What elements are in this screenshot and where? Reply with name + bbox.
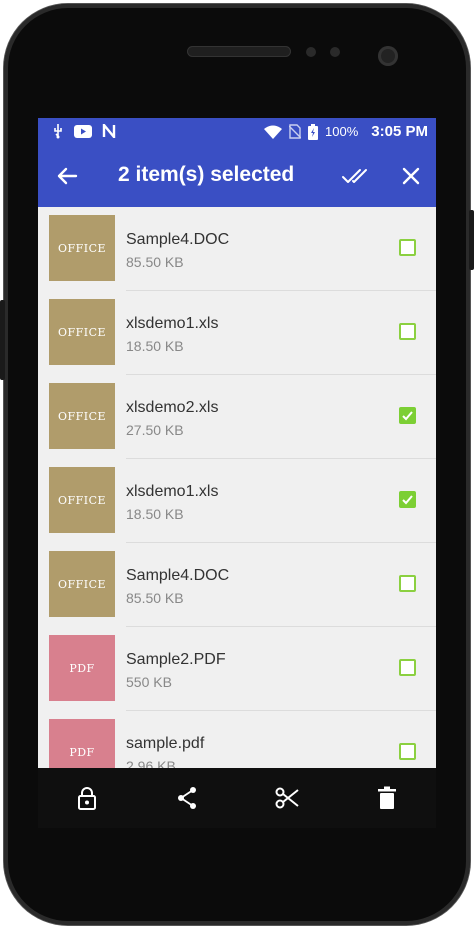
office-thumbnail: OFFICE bbox=[49, 299, 115, 365]
arrow-back-icon[interactable] bbox=[52, 161, 82, 191]
sensor-dot bbox=[306, 47, 316, 57]
select-checkbox[interactable] bbox=[399, 743, 416, 760]
file-size: 18.50 KB bbox=[126, 506, 184, 522]
pdf-thumbnail: PDF bbox=[49, 719, 115, 768]
cut-icon[interactable] bbox=[273, 784, 301, 812]
file-size: 85.50 KB bbox=[126, 590, 184, 606]
office-thumbnail: OFFICE bbox=[49, 383, 115, 449]
clock: 3:05 PM bbox=[371, 123, 428, 140]
file-name: xlsdemo2.xls bbox=[126, 399, 219, 416]
n-icon bbox=[102, 124, 116, 138]
screen: 100% 3:05 PM 2 item(s) selected OFFICE S… bbox=[38, 118, 436, 828]
list-item[interactable]: OFFICE Sample4.DOC 85.50 KB bbox=[38, 543, 436, 627]
select-checkbox[interactable] bbox=[399, 659, 416, 676]
lock-icon[interactable] bbox=[73, 784, 101, 812]
youtube-icon bbox=[74, 124, 92, 138]
list-item[interactable]: OFFICE xlsdemo1.xls 18.50 KB bbox=[38, 291, 436, 375]
thumbnail-label: OFFICE bbox=[57, 241, 107, 255]
office-thumbnail: OFFICE bbox=[49, 215, 115, 281]
file-name: Sample2.PDF bbox=[126, 651, 226, 668]
thumbnail-label: OFFICE bbox=[57, 493, 107, 507]
file-name: Sample4.DOC bbox=[126, 567, 230, 584]
list-item[interactable]: OFFICE Sample4.DOC 85.50 KB bbox=[38, 207, 436, 291]
check-icon bbox=[402, 495, 413, 505]
delete-icon[interactable] bbox=[373, 784, 401, 812]
app-bar: 2 item(s) selected bbox=[38, 145, 436, 207]
front-camera bbox=[378, 46, 398, 66]
file-name: Sample4.DOC bbox=[126, 231, 230, 248]
close-icon[interactable] bbox=[396, 161, 426, 191]
select-checkbox[interactable] bbox=[399, 239, 416, 256]
earpiece-speaker bbox=[187, 46, 291, 57]
thumbnail-label: PDF bbox=[69, 745, 95, 759]
volume-button bbox=[0, 300, 5, 380]
power-button bbox=[469, 210, 474, 270]
thumbnail-label: OFFICE bbox=[57, 577, 107, 591]
list-item[interactable]: OFFICE xlsdemo2.xls 27.50 KB bbox=[38, 375, 436, 459]
select-checkbox[interactable] bbox=[399, 323, 416, 340]
office-thumbnail: OFFICE bbox=[49, 551, 115, 617]
list-item[interactable]: PDF Sample2.PDF 550 KB bbox=[38, 627, 436, 711]
file-size: 2.96 KB bbox=[126, 758, 176, 768]
select-checkbox-checked[interactable] bbox=[399, 491, 416, 508]
sensor-dot bbox=[330, 47, 340, 57]
battery-percentage: 100% bbox=[325, 124, 359, 139]
select-checkbox-checked[interactable] bbox=[399, 407, 416, 424]
file-name: xlsdemo1.xls bbox=[126, 483, 219, 500]
pdf-thumbnail: PDF bbox=[49, 635, 115, 701]
selection-title: 2 item(s) selected bbox=[118, 163, 295, 186]
thumbnail-label: OFFICE bbox=[57, 409, 107, 423]
file-list: OFFICE Sample4.DOC 85.50 KB OFFICE xlsde… bbox=[38, 207, 436, 768]
select-checkbox[interactable] bbox=[399, 575, 416, 592]
no-sim-icon bbox=[289, 124, 302, 139]
file-size: 18.50 KB bbox=[126, 338, 184, 354]
thumbnail-label: PDF bbox=[69, 661, 95, 675]
file-size: 85.50 KB bbox=[126, 254, 184, 270]
share-icon[interactable] bbox=[173, 784, 201, 812]
list-item[interactable]: PDF sample.pdf 2.96 KB bbox=[38, 711, 436, 768]
thumbnail-label: OFFICE bbox=[57, 325, 107, 339]
file-name: sample.pdf bbox=[126, 735, 205, 752]
file-name: xlsdemo1.xls bbox=[126, 315, 219, 332]
check-icon bbox=[402, 411, 413, 421]
wifi-icon bbox=[264, 125, 283, 139]
status-bar: 100% 3:05 PM bbox=[38, 118, 436, 145]
file-size: 550 KB bbox=[126, 674, 172, 690]
office-thumbnail: OFFICE bbox=[49, 467, 115, 533]
battery-charging-icon bbox=[308, 123, 319, 140]
double-check-icon[interactable] bbox=[340, 161, 370, 191]
list-item[interactable]: OFFICE xlsdemo1.xls 18.50 KB bbox=[38, 459, 436, 543]
usb-icon bbox=[54, 124, 62, 139]
file-size: 27.50 KB bbox=[126, 422, 184, 438]
bottom-action-bar bbox=[38, 768, 436, 828]
